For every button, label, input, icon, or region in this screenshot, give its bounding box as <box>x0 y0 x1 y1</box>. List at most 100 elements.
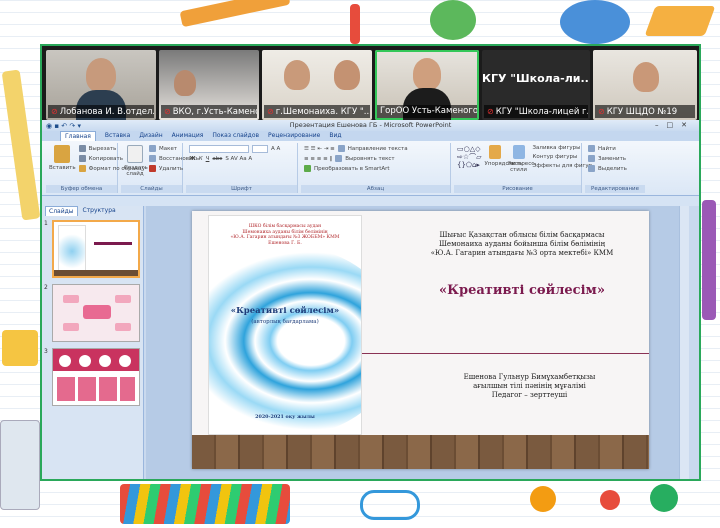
font-grow-button[interactable]: A A <box>271 146 280 152</box>
thumbnail-circles <box>119 355 131 367</box>
book-cover-image: ШКО білім басқармасы аудан Шемонаиха ауд… <box>208 215 362 435</box>
decor-cube <box>2 330 38 366</box>
thumbnail-diagram <box>115 323 131 331</box>
group-slides: Создать слайд Макет Восстановить Удалить… <box>121 143 199 193</box>
new-slide-icon <box>127 145 143 163</box>
bullets-button[interactable]: ☰ ☰ ⇤ ⇥ ≡ <box>304 146 335 152</box>
cover-year: 2020-2021 оқу жылы <box>255 414 315 420</box>
mic-muted-icon: ⊘ <box>164 107 171 116</box>
participant-tile[interactable]: ⊘ВКО, г.Усть-Каменог... <box>159 50 259 120</box>
work-area: Слайды Структура 1 2 3 ШКО білім басқарм… <box>42 206 699 479</box>
reset-icon <box>149 155 156 162</box>
group-label: Шрифт <box>186 185 297 193</box>
participant-name: ⊘ВКО, г.Усть-Каменог... <box>161 105 257 118</box>
decor-triangle <box>644 6 716 36</box>
shape-outline-button[interactable]: Контур фигуры <box>533 154 593 160</box>
slides-panel: Слайды Структура 1 2 3 <box>42 206 144 479</box>
quick-access-toolbar[interactable]: ◉ ▪ ↶ ↷ ▾ <box>46 121 81 132</box>
thumbnail-cover <box>58 225 86 273</box>
text-direction-button[interactable]: Направление текста <box>348 146 408 152</box>
participant-tile[interactable]: ⊘ КГУ ШЦДО №19 <box>593 50 697 120</box>
slide-thumbnail-row[interactable]: 2 <box>44 284 142 344</box>
participant-tile-active[interactable]: ГорОО Усть-Каменогор... <box>375 50 479 120</box>
slide-title: «Креативті сөйлесім» <box>439 283 605 298</box>
thumbnail-diagram <box>83 305 111 319</box>
paste-icon <box>54 145 71 163</box>
shapes-gallery[interactable]: ▭○△◇ ⇨☆⌒▱ {}⬠⌂▸ <box>457 145 482 183</box>
participant-name: ⊘ КГУ ШЦДО №19 <box>595 105 695 118</box>
participant-name: ⊘ г.Шемонаиха. КГУ "... <box>264 105 370 118</box>
mic-muted-icon: ⊘ <box>598 107 605 116</box>
smartart-button[interactable]: Преобразовать в SmartArt <box>314 166 390 172</box>
paste-button[interactable]: Вставить <box>49 145 76 183</box>
ribbon-tabs: Главная Вставка Дизайн Анимация Показ сл… <box>42 131 699 141</box>
slide-canvas: ШКО білім басқармасы аудан Шемонаиха ауд… <box>146 206 689 479</box>
powerpoint-window: ◉ ▪ ↶ ↷ ▾ Презентация Ешенова ГБ - Micro… <box>42 120 699 479</box>
slide-thumbnail[interactable] <box>52 348 140 406</box>
group-font: A A Ж К Ч abc S AV Aa A Шрифт <box>186 143 298 193</box>
quick-styles-button[interactable]: Экспресс-стили <box>508 145 536 183</box>
arrange-button[interactable]: Упорядочить <box>485 145 522 183</box>
decor-ruler <box>1 69 41 221</box>
cover-org-lines: ШКО білім басқармасы аудан Шемонаиха ауд… <box>230 224 340 246</box>
slide-thumbnail-row[interactable]: 3 <box>44 348 142 408</box>
font-size-combo[interactable] <box>252 145 268 153</box>
tab-view[interactable]: Вид <box>329 131 341 141</box>
tab-animation[interactable]: Анимация <box>172 131 204 141</box>
ribbon: Вставить Вырезать Копировать Формат по о… <box>42 141 699 196</box>
decor-clips <box>360 490 420 520</box>
replace-button[interactable]: Заменить <box>588 155 642 162</box>
thumbnail-floor <box>54 270 138 276</box>
thumbnail-circles <box>99 355 111 367</box>
tab-insert[interactable]: Вставка <box>105 131 130 141</box>
shape-effects-button[interactable]: Эффекты для фигур <box>533 163 593 169</box>
layout-icon <box>149 145 156 152</box>
align-text-icon <box>335 155 343 162</box>
tab-review[interactable]: Рецензирование <box>268 131 320 141</box>
tab-design[interactable]: Дизайн <box>139 131 162 141</box>
tab-slides[interactable]: Слайды <box>45 206 78 216</box>
slide-thumbnail[interactable] <box>52 220 140 278</box>
scissors-icon <box>78 145 86 152</box>
copy-icon <box>78 155 86 162</box>
shape-fill-button[interactable]: Заливка фигуры <box>533 145 593 151</box>
thumbnail-title <box>94 242 132 245</box>
panel-tabs: Слайды Структура <box>42 206 143 216</box>
window-titlebar: ◉ ▪ ↶ ↷ ▾ Презентация Ешенова ГБ - Micro… <box>42 120 699 131</box>
cover-title: «Креативті сөйлесім» <box>230 306 340 316</box>
tab-home[interactable]: Главная <box>60 131 96 141</box>
tab-slideshow[interactable]: Показ слайдов <box>212 131 259 141</box>
quick-styles-icon <box>512 145 525 159</box>
align-text-button[interactable]: Выровнять текст <box>345 156 394 162</box>
slide-author: Ешенова Гульнур Бимұхамбетқызы ағылшын т… <box>463 373 596 399</box>
group-label: Рисование <box>454 185 581 193</box>
vertical-scrollbar[interactable] <box>679 206 689 479</box>
decor-apple <box>430 0 476 40</box>
slide-divider <box>362 353 649 354</box>
brush-icon <box>78 165 86 172</box>
current-slide[interactable]: ШКО білім басқармасы аудан Шемонаиха ауд… <box>192 211 649 469</box>
align-buttons[interactable]: ≡ ≡ ≡ ≡ ‖ <box>304 156 332 162</box>
tab-outline[interactable]: Структура <box>80 206 119 216</box>
thumbnail-diagram <box>115 295 131 303</box>
smartart-icon <box>304 165 311 172</box>
window-controls[interactable]: –□✕ <box>655 120 695 131</box>
replace-icon <box>588 155 595 162</box>
thumbnail-circles <box>59 355 71 367</box>
new-slide-button[interactable]: Создать слайд <box>124 145 148 183</box>
thumbnail-diagram <box>63 295 79 303</box>
thumbnail-panels <box>57 377 135 401</box>
select-icon <box>588 165 595 172</box>
font-format-buttons[interactable]: Ж К Ч abc S AV Aa A <box>189 156 294 162</box>
select-button[interactable]: Выделить <box>588 165 642 172</box>
thumbnail-diagram <box>63 323 79 331</box>
font-name-combo[interactable] <box>189 145 249 153</box>
participant-tile[interactable]: ⊘ Лобанова И. В.отдел... <box>46 50 156 120</box>
participant-video <box>86 58 116 92</box>
slide-thumbnail[interactable] <box>52 284 140 342</box>
find-button[interactable]: Найти <box>588 145 642 152</box>
participant-tile[interactable]: ⊘ г.Шемонаиха. КГУ "... <box>262 50 372 120</box>
find-icon <box>588 145 595 152</box>
participant-tile[interactable]: КГУ "Школа-ли... ⊘ КГУ "Школа-лицей г... <box>482 50 590 120</box>
slide-thumbnail-row[interactable]: 1 <box>44 220 142 280</box>
